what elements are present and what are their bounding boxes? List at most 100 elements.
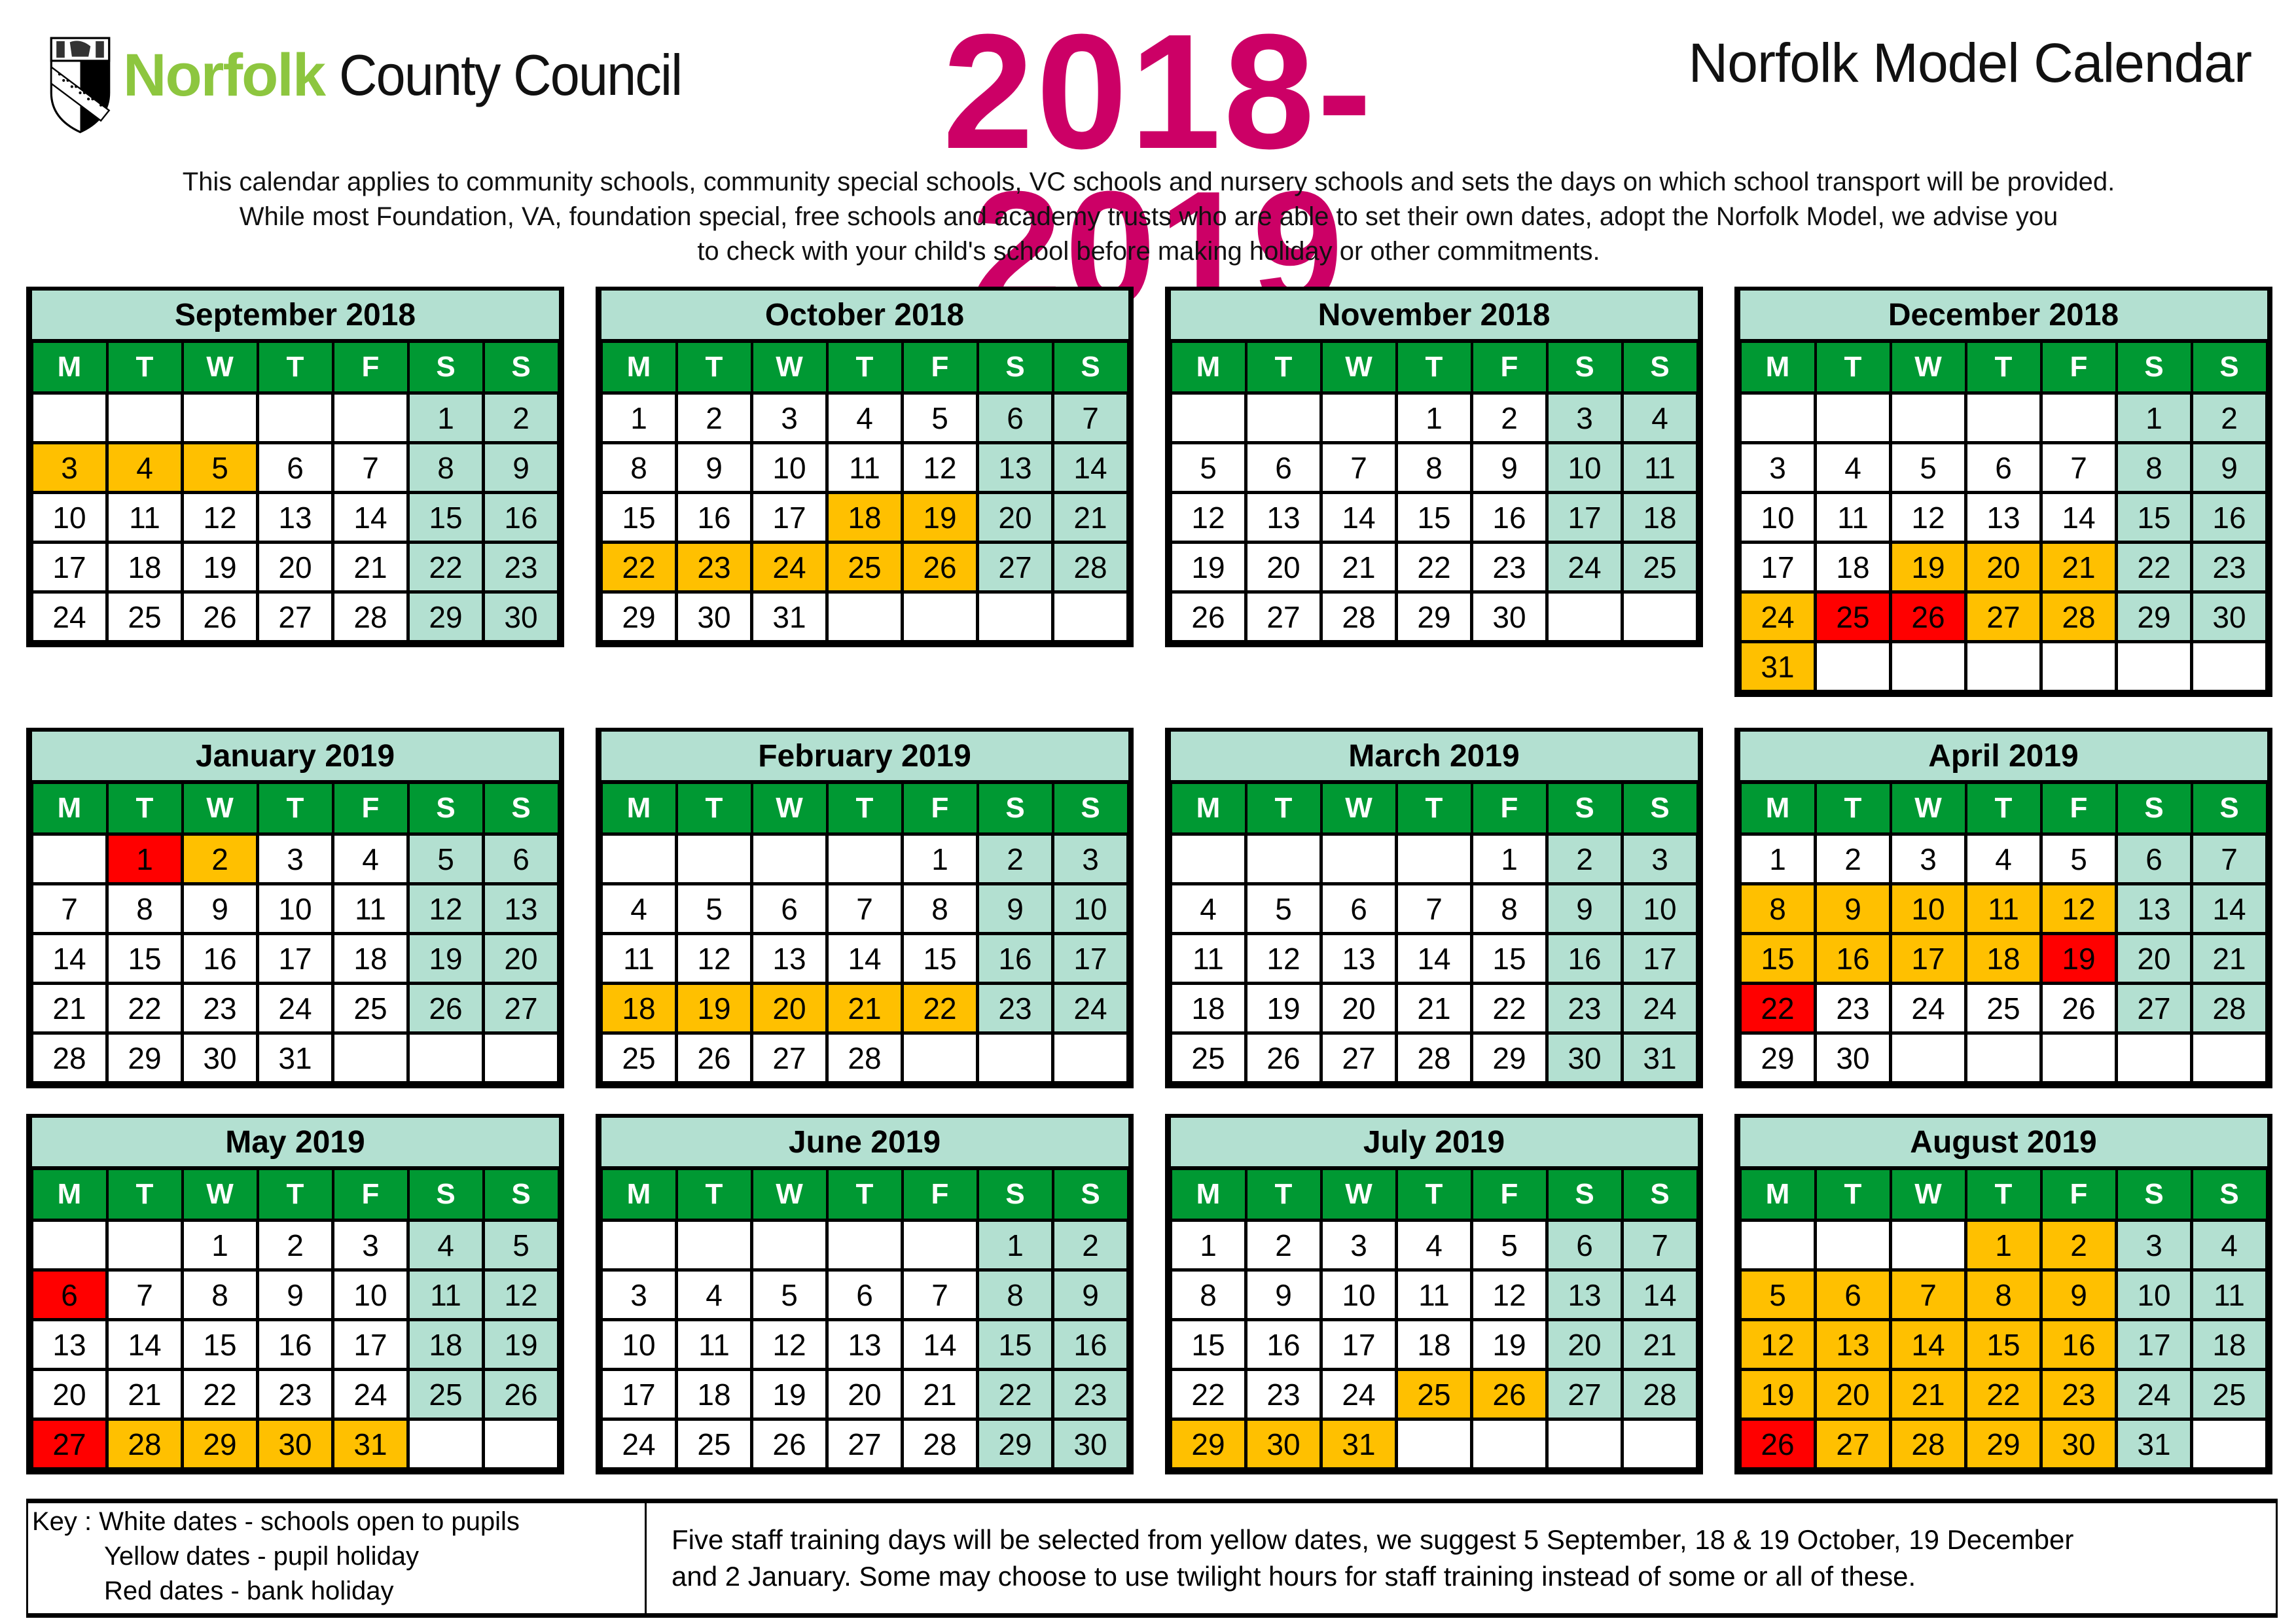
weekday-header: M bbox=[1738, 781, 1817, 836]
empty-day-cell bbox=[1621, 590, 1699, 643]
day-cell: 19 bbox=[406, 932, 485, 985]
weekday-header: F bbox=[1470, 1167, 1549, 1222]
empty-day-cell bbox=[1545, 1418, 1624, 1471]
day-cell: 11 bbox=[1395, 1268, 1473, 1321]
day-cell: 15 bbox=[105, 932, 184, 985]
day-cell: 8 bbox=[901, 882, 979, 935]
day-cell: 11 bbox=[600, 932, 678, 985]
weekday-header: F bbox=[331, 781, 410, 836]
weekday-header: M bbox=[1169, 781, 1247, 836]
key-box: Key : White dates - schools open to pupi… bbox=[26, 1499, 2278, 1618]
month-calendar: December 2018 M T W T F S S 1 2 3 4 5 6 7 8 9 10 11 12 13 14 1… bbox=[1734, 287, 2272, 697]
day-cell: 15 bbox=[1395, 491, 1473, 544]
empty-day-cell bbox=[901, 1219, 979, 1272]
weekday-header: W bbox=[750, 340, 829, 395]
empty-day-cell bbox=[105, 1219, 184, 1272]
day-cell: 7 bbox=[901, 1268, 979, 1321]
day-cell: 5 bbox=[1470, 1219, 1549, 1272]
day-cell: 15 bbox=[1964, 1318, 2043, 1371]
day-cell: 27 bbox=[482, 982, 560, 1035]
day-cell: 13 bbox=[750, 932, 829, 985]
month-title: November 2018 bbox=[1170, 291, 1698, 343]
day-cell: 16 bbox=[675, 491, 753, 544]
day-cell: 11 bbox=[1814, 491, 1892, 544]
empty-day-cell bbox=[1889, 1219, 1967, 1272]
empty-day-cell bbox=[1889, 1031, 1967, 1084]
month-calendar: October 2018 M T W T F S S 1 2 3 4 5 6 7 8 9 10 11 12 13 14 15… bbox=[596, 287, 1134, 647]
weekday-header: W bbox=[181, 781, 259, 836]
day-cell: 29 bbox=[181, 1418, 259, 1471]
day-cell: 30 bbox=[482, 590, 560, 643]
key-red: Red dates - bank holiday bbox=[104, 1577, 394, 1605]
day-cell: 1 bbox=[2115, 391, 2193, 444]
day-cell: 21 bbox=[331, 541, 410, 594]
month-calendar: July 2019 M T W T F S S 1 2 3 4 5 6 7 8 9 10 11 12 13 14 15 16 1… bbox=[1165, 1114, 1703, 1474]
day-cell: 4 bbox=[675, 1268, 753, 1321]
day-cell: 18 bbox=[2190, 1318, 2269, 1371]
weekday-header: M bbox=[30, 1167, 109, 1222]
weekday-header: S bbox=[1545, 1167, 1624, 1222]
day-cell: 17 bbox=[1545, 491, 1624, 544]
weekday-header: T bbox=[825, 1167, 904, 1222]
day-cell: 4 bbox=[1621, 391, 1699, 444]
day-cell: 12 bbox=[750, 1318, 829, 1371]
empty-day-cell bbox=[1051, 590, 1130, 643]
day-cell: 30 bbox=[256, 1418, 334, 1471]
month-calendar: August 2019 M T W T F S S 1 2 3 4 5 6 7 8 9 10 11 12 13 14 15 1… bbox=[1734, 1114, 2272, 1474]
day-cell: 13 bbox=[2115, 882, 2193, 935]
day-cell: 18 bbox=[825, 491, 904, 544]
day-cell: 17 bbox=[1621, 932, 1699, 985]
day-cell: 15 bbox=[181, 1318, 259, 1371]
day-cell: 9 bbox=[1051, 1268, 1130, 1321]
empty-day-cell bbox=[600, 832, 678, 885]
day-cell: 9 bbox=[181, 882, 259, 935]
weekday-header: S bbox=[1051, 340, 1130, 395]
empty-day-cell bbox=[976, 590, 1054, 643]
day-cell: 6 bbox=[256, 441, 334, 494]
day-cell: 31 bbox=[2115, 1418, 2193, 1471]
day-cell: 26 bbox=[1244, 1031, 1323, 1084]
day-cell: 11 bbox=[675, 1318, 753, 1371]
empty-day-cell bbox=[1964, 640, 2043, 693]
day-cell: 16 bbox=[1051, 1318, 1130, 1371]
day-cell: 2 bbox=[1051, 1219, 1130, 1272]
weekday-header: T bbox=[1814, 340, 1892, 395]
day-cell: 19 bbox=[482, 1318, 560, 1371]
month-title: March 2019 bbox=[1170, 732, 1698, 784]
day-cell: 21 bbox=[901, 1368, 979, 1421]
day-cell: 3 bbox=[2115, 1219, 2193, 1272]
weekday-header: S bbox=[406, 781, 485, 836]
day-cell: 7 bbox=[1889, 1268, 1967, 1321]
weekday-header: T bbox=[1814, 1167, 1892, 1222]
day-cell: 1 bbox=[976, 1219, 1054, 1272]
day-cell: 14 bbox=[1621, 1268, 1699, 1321]
day-cell: 27 bbox=[1319, 1031, 1398, 1084]
day-cell: 5 bbox=[1169, 441, 1247, 494]
logo-norfolk-text: Norfolk bbox=[123, 41, 326, 109]
day-cell: 6 bbox=[30, 1268, 109, 1321]
weekday-header: S bbox=[2115, 1167, 2193, 1222]
day-cell: 10 bbox=[1621, 882, 1699, 935]
day-cell: 28 bbox=[1051, 541, 1130, 594]
day-cell: 8 bbox=[2115, 441, 2193, 494]
day-cell: 22 bbox=[600, 541, 678, 594]
month-calendar: January 2019 M T W T F S S 1 2 3 4 5 6 7 8 9 10 11 12 13 14 15… bbox=[26, 728, 564, 1088]
empty-day-cell bbox=[901, 1031, 979, 1084]
day-cell: 27 bbox=[2115, 982, 2193, 1035]
day-cell: 20 bbox=[976, 491, 1054, 544]
empty-day-cell bbox=[1470, 1418, 1549, 1471]
empty-day-cell bbox=[675, 1219, 753, 1272]
weekday-header: M bbox=[1738, 1167, 1817, 1222]
description-line: This calendar applies to community schoo… bbox=[182, 168, 2115, 196]
empty-day-cell bbox=[675, 832, 753, 885]
weekday-header: M bbox=[1169, 1167, 1247, 1222]
day-cell: 24 bbox=[1738, 590, 1817, 643]
empty-day-cell bbox=[482, 1031, 560, 1084]
empty-day-cell bbox=[30, 391, 109, 444]
weekday-header: T bbox=[256, 781, 334, 836]
day-cell: 2 bbox=[482, 391, 560, 444]
day-cell: 1 bbox=[1395, 391, 1473, 444]
day-cell: 13 bbox=[1319, 932, 1398, 985]
day-cell: 29 bbox=[1395, 590, 1473, 643]
empty-day-cell bbox=[1319, 391, 1398, 444]
